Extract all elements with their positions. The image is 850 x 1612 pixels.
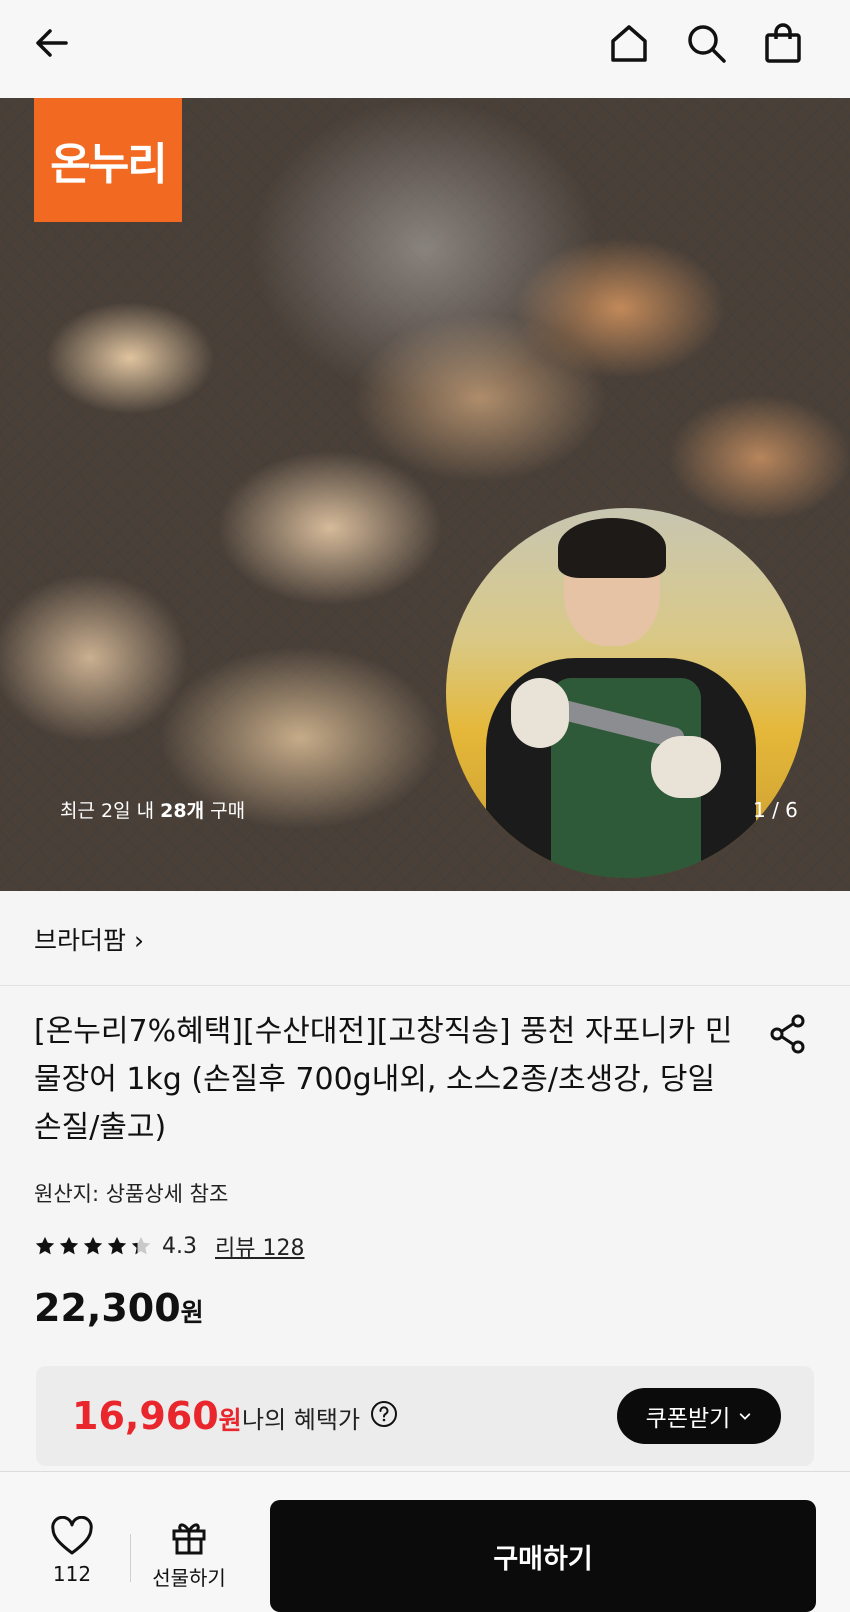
glove-left — [511, 678, 569, 748]
brand-row: 브라더팜 › — [0, 891, 850, 986]
star-icon — [59, 1236, 79, 1255]
benefit-box: 16,960원 나의 혜택가 쿠폰받기 — [36, 1366, 814, 1466]
glove-right — [651, 736, 721, 798]
star-icon — [83, 1236, 103, 1255]
home-icon[interactable] — [605, 19, 653, 67]
recent-purchase-badge: 최근 2일 내 28개 구매 — [60, 796, 245, 823]
gift-icon — [172, 1523, 206, 1555]
divider — [130, 1534, 131, 1582]
gallery-pager: 1 / 6 — [753, 798, 798, 822]
recent-suffix: 구매 — [204, 800, 246, 822]
question-help-icon[interactable] — [370, 1400, 398, 1428]
star-icon — [35, 1236, 55, 1255]
heart-icon — [51, 1515, 93, 1555]
coupon-label: 쿠폰받기 — [645, 1406, 731, 1432]
benefit-price-unit: 원 — [218, 1406, 242, 1435]
like-button[interactable]: 112 — [34, 1515, 110, 1586]
rating-row: 4.3 리뷰 128 — [34, 1230, 304, 1262]
buy-button[interactable]: 구매하기 — [270, 1500, 816, 1612]
benefit-price-amount: 16,960 — [72, 1394, 219, 1438]
rating-value: 4.3 — [162, 1233, 197, 1259]
bottom-action-bar: 112 선물하기 구매하기 — [0, 1471, 850, 1612]
product-image-gallery[interactable]: 온누리 최근 2일 내 28개 구매 1 / 6 — [0, 98, 850, 891]
back-arrow-icon[interactable] — [28, 19, 76, 67]
like-count: 112 — [52, 1562, 92, 1586]
product-price: 22,300원 — [34, 1286, 204, 1330]
share-icon[interactable] — [766, 1012, 810, 1056]
top-nav-bar — [0, 0, 850, 98]
price-unit: 원 — [180, 1298, 204, 1327]
price-amount: 22,300 — [34, 1286, 181, 1330]
brand-link[interactable]: 브라더팜 › — [34, 921, 144, 957]
seller-photo — [446, 508, 806, 878]
gift-label: 선물하기 — [152, 1566, 226, 1590]
star-icon — [107, 1236, 127, 1255]
recent-prefix: 최근 2일 내 — [60, 800, 161, 822]
recent-count: 28개 — [160, 800, 205, 822]
chevron-down-icon — [740, 1413, 751, 1420]
benefit-price: 16,960원 — [72, 1394, 242, 1438]
star-rating — [34, 1235, 154, 1257]
search-icon[interactable] — [682, 19, 730, 67]
partial-star-icon — [131, 1236, 151, 1255]
person-hair — [558, 518, 666, 578]
review-link[interactable]: 리뷰 128 — [215, 1230, 304, 1262]
shopping-bag-icon[interactable] — [759, 19, 807, 67]
origin-info: 원산지: 상품상세 참조 — [34, 1182, 229, 1206]
benefit-label: 나의 혜택가 — [242, 1406, 361, 1434]
smoke-overlay — [250, 98, 600, 398]
onnuri-logo: 온누리 — [34, 98, 182, 222]
product-info: [온누리7%혜택][수산대전][고창직송] 풍천 자포니카 민물장어 1kg (… — [0, 986, 850, 1471]
onnuri-logo-text: 온누리 — [50, 139, 167, 190]
gift-button[interactable]: 선물하기 — [146, 1516, 232, 1591]
coupon-button[interactable]: 쿠폰받기 — [617, 1388, 781, 1444]
product-title: [온누리7%혜택][수산대전][고창직송] 풍천 자포니카 민물장어 1kg (… — [34, 1014, 733, 1145]
